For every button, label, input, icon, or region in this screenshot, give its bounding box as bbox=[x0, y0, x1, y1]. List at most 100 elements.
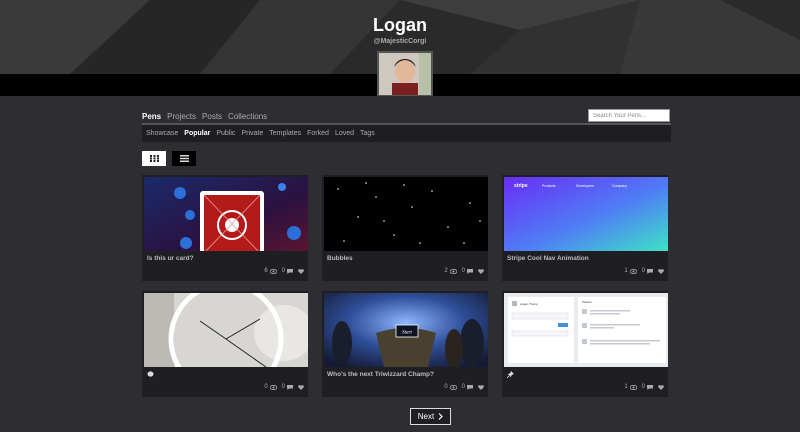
pen-card[interactable]: Start Who's the next Triwizzard Champ? 0… bbox=[322, 291, 488, 397]
heart-icon[interactable] bbox=[478, 384, 484, 390]
search-pens-input[interactable] bbox=[588, 109, 670, 122]
comment-icon bbox=[647, 268, 653, 274]
views-count: 2 bbox=[444, 268, 448, 274]
thumb-user-name: Logan Trump bbox=[520, 302, 538, 306]
heart-icon[interactable] bbox=[658, 384, 664, 390]
pen-card[interactable]: stripe Products Developers Company Strip… bbox=[502, 175, 668, 281]
comments-count: 0 bbox=[461, 268, 465, 274]
views-count: 0 bbox=[444, 384, 448, 390]
comment-icon bbox=[287, 268, 293, 274]
views-stat: 2 bbox=[444, 268, 457, 274]
grid-view-button[interactable] bbox=[142, 151, 166, 166]
comments-count: 0 bbox=[281, 268, 285, 274]
views-count: 0 bbox=[264, 384, 268, 390]
filter-loved[interactable]: Loved bbox=[335, 130, 354, 137]
pen-thumbnail[interactable]: Logan Trump Tweets bbox=[504, 293, 668, 367]
pen-title[interactable]: Who's the next Triwizzard Champ? bbox=[327, 371, 434, 378]
filter-private[interactable]: Private bbox=[241, 130, 263, 137]
avatar[interactable] bbox=[377, 51, 433, 96]
pen-thumbnail[interactable] bbox=[144, 177, 308, 251]
tab-projects[interactable]: Projects bbox=[167, 112, 196, 121]
chevron-right-icon bbox=[438, 413, 444, 420]
pen-card[interactable]: Bubbles 2 0 bbox=[322, 175, 488, 281]
eye-icon bbox=[269, 384, 277, 390]
pen-card[interactable]: Logan Trump Tweets 1 0 bbox=[502, 291, 668, 397]
thumb-start-label: Start bbox=[402, 331, 412, 336]
filter-forked[interactable]: Forked bbox=[307, 130, 329, 137]
comments-count: 0 bbox=[641, 268, 645, 274]
views-stat: 6 bbox=[264, 268, 277, 274]
pen-title[interactable]: Bubbles bbox=[327, 255, 353, 262]
filter-popular[interactable]: Popular bbox=[184, 130, 210, 137]
pen-stats: 0 0 bbox=[444, 384, 484, 390]
eye-icon bbox=[629, 268, 637, 274]
comments-stat[interactable]: 0 bbox=[462, 268, 473, 274]
pen-stats: 2 0 bbox=[444, 268, 484, 274]
pen-filter-subnav: Showcase Popular Public Private Template… bbox=[142, 125, 671, 142]
comments-stat[interactable]: 0 bbox=[642, 384, 653, 390]
comments-count: 0 bbox=[281, 384, 285, 390]
views-stat: 1 bbox=[624, 268, 637, 274]
views-count: 6 bbox=[264, 268, 268, 274]
pen-type-tabs: Pens Projects Posts Collections bbox=[142, 112, 267, 121]
comment-icon bbox=[467, 268, 473, 274]
list-view-button[interactable] bbox=[172, 151, 196, 166]
tab-collections[interactable]: Collections bbox=[228, 112, 267, 121]
pen-title-icon[interactable] bbox=[506, 371, 514, 380]
stripe-nav-preview: stripe Products Developers Company bbox=[504, 177, 668, 251]
profile-header: Logan @MajesticCorgi bbox=[0, 0, 800, 96]
views-stat: 0 bbox=[264, 384, 277, 390]
views-count: 1 bbox=[624, 268, 628, 274]
pen-title-icon[interactable] bbox=[147, 371, 154, 379]
comment-icon bbox=[467, 384, 473, 390]
goblet-of-fire-preview: Start bbox=[324, 293, 488, 367]
comments-stat[interactable]: 0 bbox=[282, 268, 293, 274]
heart-icon[interactable] bbox=[478, 268, 484, 274]
views-stat: 1 bbox=[624, 384, 637, 390]
stripe-logo-text: stripe bbox=[514, 183, 528, 189]
pin-icon bbox=[506, 371, 514, 379]
filter-showcase[interactable]: Showcase bbox=[146, 130, 178, 137]
playing-card-preview bbox=[144, 177, 308, 251]
next-label: Next bbox=[417, 412, 435, 421]
filter-public[interactable]: Public bbox=[216, 130, 235, 137]
comments-count: 0 bbox=[641, 384, 645, 390]
eye-icon bbox=[269, 268, 277, 274]
list-icon bbox=[179, 155, 189, 162]
comments-stat[interactable]: 0 bbox=[282, 384, 293, 390]
bubbles-preview bbox=[324, 177, 488, 251]
filter-templates[interactable]: Templates bbox=[269, 130, 301, 137]
heart-icon[interactable] bbox=[658, 268, 664, 274]
comments-stat[interactable]: 0 bbox=[642, 268, 653, 274]
pen-card[interactable]: 0 0 bbox=[142, 291, 308, 397]
pen-stats: 0 0 bbox=[264, 384, 304, 390]
pen-card[interactable]: Is this ur card? 6 0 bbox=[142, 175, 308, 281]
pen-stats: 1 0 bbox=[624, 268, 664, 274]
heart-icon[interactable] bbox=[298, 268, 304, 274]
pen-stats: 6 0 bbox=[264, 268, 304, 274]
heart-icon[interactable] bbox=[298, 384, 304, 390]
thumb-nav-products: Products bbox=[542, 184, 556, 188]
pen-thumbnail[interactable]: Start bbox=[324, 293, 488, 367]
next-page-button[interactable]: Next bbox=[410, 408, 451, 425]
pen-stats: 1 0 bbox=[624, 384, 664, 390]
twitter-clone-preview: Logan Trump Tweets bbox=[504, 293, 668, 367]
profile-name: Logan bbox=[373, 15, 427, 35]
pen-thumbnail[interactable]: stripe Products Developers Company bbox=[504, 177, 668, 251]
thumb-nav-company: Company bbox=[612, 184, 627, 188]
pen-thumbnail[interactable] bbox=[144, 293, 308, 367]
tab-posts[interactable]: Posts bbox=[202, 112, 222, 121]
pen-title[interactable]: Stripe Cool Nav Animation bbox=[507, 255, 589, 262]
thumb-tweets-heading: Tweets bbox=[582, 300, 592, 304]
filter-tags[interactable]: Tags bbox=[360, 130, 375, 137]
views-count: 1 bbox=[624, 384, 628, 390]
pen-title[interactable]: Is this ur card? bbox=[147, 255, 194, 262]
pen-thumbnail[interactable] bbox=[324, 177, 488, 251]
eye-icon bbox=[449, 384, 457, 390]
comment-icon bbox=[647, 384, 653, 390]
views-stat: 0 bbox=[444, 384, 457, 390]
tab-pens[interactable]: Pens bbox=[142, 112, 161, 121]
comments-stat[interactable]: 0 bbox=[462, 384, 473, 390]
comment-icon bbox=[287, 384, 293, 390]
egg-icon bbox=[147, 371, 154, 377]
